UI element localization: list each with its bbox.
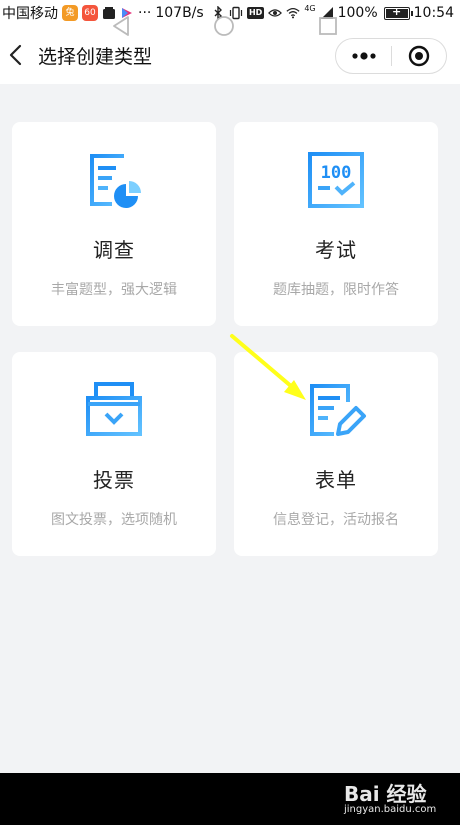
app-notification-icon: 兔 [62,5,78,21]
clock: 10:54 [413,5,454,21]
card-title: 投票 [93,468,135,492]
more-dots-icon [351,52,376,60]
system-recent-apps-icon[interactable] [318,16,338,36]
card-vote[interactable]: 投票 图文投票，选项随机 [12,352,216,556]
more-notifications-dots: ··· [138,5,152,21]
system-back-icon[interactable] [110,15,132,37]
carrier-name: 中国移动 [2,6,58,22]
card-description: 丰富题型，强大逻辑 [51,282,177,298]
app-notification-icon-2: 60 [82,5,98,21]
battery-icon: + [383,5,413,20]
page-title: 选择创建类型 [38,46,153,68]
wifi-icon [286,7,300,19]
survey-chart-icon [90,154,141,208]
more-options-button[interactable] [336,39,391,73]
baidu-jingyan-watermark: Bai 经验 jingyan.baidu.com [340,776,455,822]
card-title: 调查 [93,238,135,262]
hd-voice-icon: HD [246,7,265,19]
target-close-icon [408,45,430,67]
card-form[interactable]: 表单 信息登记，活动报名 [234,352,438,556]
watermark-url: jingyan.baidu.com [344,804,437,815]
card-title: 表单 [315,468,357,492]
card-description: 图文投票，选项随机 [51,512,177,528]
card-description: 信息登记，活动报名 [273,512,399,528]
status-left: 中国移动 兔 60 ··· 107B/s [2,3,204,23]
network-speed: 107B/s [155,5,204,21]
back-chevron-icon[interactable] [8,43,24,67]
battery-percent: 100% [337,5,378,21]
close-mini-program-button[interactable] [392,39,446,73]
card-exam[interactable]: 100 考试 题库抽题，限时作答 [234,122,438,326]
network-type-label: 4G [304,3,316,13]
eye-comfort-icon [268,9,283,17]
exam-score-icon: 100 [308,152,364,208]
mini-program-capsule [335,38,447,74]
card-title: 考试 [315,238,357,262]
form-edit-icon [310,384,366,436]
system-home-icon[interactable] [213,15,235,37]
svg-text:100: 100 [321,163,352,183]
card-survey[interactable]: 调查 丰富题型，强大逻辑 [12,122,216,326]
watermark-brand: Bai 经验 [344,782,427,806]
vote-box-icon [86,382,142,436]
card-description: 题库抽题，限时作答 [273,282,399,298]
